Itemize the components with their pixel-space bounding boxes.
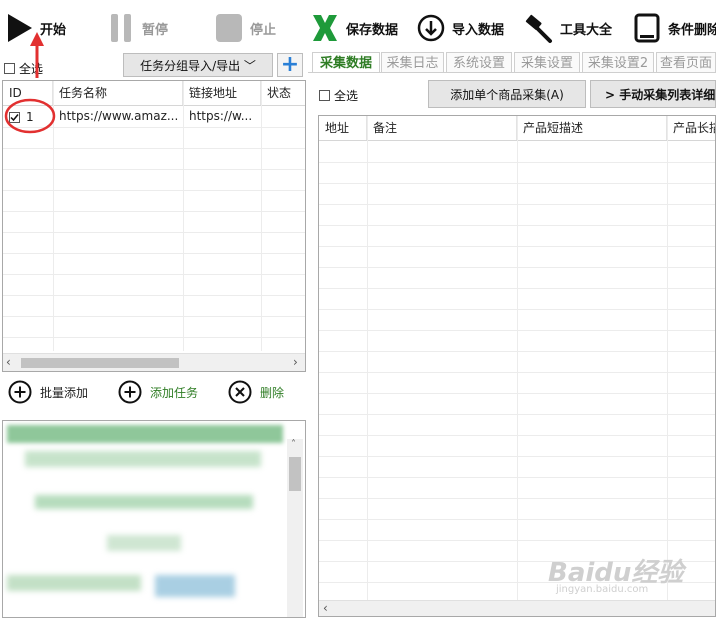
tab-divider <box>308 72 716 73</box>
pause-icon <box>104 11 138 45</box>
stop-button[interactable]: 停止 <box>212 8 276 48</box>
blurred-content <box>7 575 141 591</box>
blurred-content <box>25 451 261 467</box>
download-circle-icon <box>414 11 448 45</box>
pause-label: 暂停 <box>142 22 169 38</box>
remove-circle-icon <box>228 380 252 404</box>
tools-label: 工具大全 <box>560 22 613 38</box>
tab-collection-settings[interactable]: 采集设置 <box>514 52 580 73</box>
select-all-right[interactable]: 全选 <box>319 87 358 104</box>
annotation-overlay <box>4 32 56 134</box>
col-header-long-desc[interactable]: 产品长描 <box>667 116 715 140</box>
add-single-product-button[interactable]: 添加单个商品采集(A) <box>428 80 586 108</box>
save-data-label: 保存数据 <box>346 22 399 38</box>
col-header-short-desc[interactable]: 产品短描述 <box>517 116 667 140</box>
page-preview-panel: ˄ <box>2 420 306 618</box>
tab-collection-log[interactable]: 采集日志 <box>381 52 444 73</box>
delete-label: 删除 <box>260 385 285 400</box>
conditional-delete-label: 条件删除 <box>668 22 716 38</box>
vertical-scrollbar[interactable]: ˄ <box>287 439 303 617</box>
add-group-button[interactable]: + <box>277 53 303 77</box>
add-circle-icon <box>8 380 32 404</box>
col-header-url[interactable]: 链接地址 <box>183 81 261 105</box>
row-url: https://w... <box>189 109 253 123</box>
manual-list-detail-button[interactable]: > 手动采集列表详细 <box>590 80 716 108</box>
stop-icon <box>212 11 246 45</box>
horizontal-scrollbar[interactable]: ‹ › <box>3 353 305 371</box>
col-header-remark[interactable]: 备注 <box>367 116 517 140</box>
tools-button[interactable]: 工具大全 <box>522 8 612 48</box>
col-header-status[interactable]: 状态 <box>261 81 305 105</box>
scroll-left-arrow-icon[interactable]: ‹ <box>6 355 11 369</box>
horizontal-scrollbar[interactable]: ‹ <box>319 600 715 616</box>
import-data-button[interactable]: 导入数据 <box>414 8 504 48</box>
blurred-content <box>107 535 181 551</box>
select-all-label: 全选 <box>334 89 359 103</box>
blurred-content <box>155 575 235 597</box>
stop-label: 停止 <box>250 22 277 38</box>
blurred-content <box>7 425 283 443</box>
plus-icon: + <box>280 52 300 77</box>
add-task-label: 添加任务 <box>150 385 199 400</box>
col-header-task-name[interactable]: 任务名称 <box>53 81 183 105</box>
tablet-icon <box>630 11 664 45</box>
tab-system-settings[interactable]: 系统设置 <box>446 52 512 73</box>
batch-add-label: 批量添加 <box>40 385 89 400</box>
excel-icon <box>308 11 342 45</box>
hammer-icon <box>522 11 556 45</box>
tab-collection-settings-2[interactable]: 采集设置2 <box>582 52 654 73</box>
tab-view-page[interactable]: 查看页面 <box>656 52 716 73</box>
scrollbar-thumb[interactable] <box>21 358 179 368</box>
blurred-content <box>35 495 253 509</box>
pause-button[interactable]: 暂停 <box>104 8 168 48</box>
batch-add-button[interactable]: 批量添加 <box>8 378 88 406</box>
group-import-export-button[interactable]: 任务分组导入/导出 ﹀ <box>123 53 273 77</box>
add-circle-icon <box>118 380 142 404</box>
scroll-left-arrow-icon[interactable]: ‹ <box>323 601 328 615</box>
row-task-name: https://www.amaz... <box>59 109 179 123</box>
scroll-up-arrow-icon[interactable]: ˄ <box>291 439 296 450</box>
delete-button[interactable]: 删除 <box>228 378 284 406</box>
watermark-url: jingyan.baidu.com <box>556 584 649 595</box>
scrollbar-thumb[interactable] <box>289 457 301 491</box>
tab-collected-data[interactable]: 采集数据 <box>312 52 380 73</box>
select-all-checkbox[interactable] <box>319 90 330 101</box>
add-task-button[interactable]: 添加任务 <box>118 378 198 406</box>
save-data-button[interactable]: 保存数据 <box>308 8 398 48</box>
scroll-right-arrow-icon[interactable]: › <box>293 355 298 369</box>
conditional-delete-button[interactable]: 条件删除 <box>630 8 716 48</box>
import-data-label: 导入数据 <box>452 22 505 38</box>
col-header-address[interactable]: 地址 <box>319 116 367 140</box>
collected-data-table: 地址 备注 产品短描述 产品长描 ‹ <box>318 115 716 617</box>
